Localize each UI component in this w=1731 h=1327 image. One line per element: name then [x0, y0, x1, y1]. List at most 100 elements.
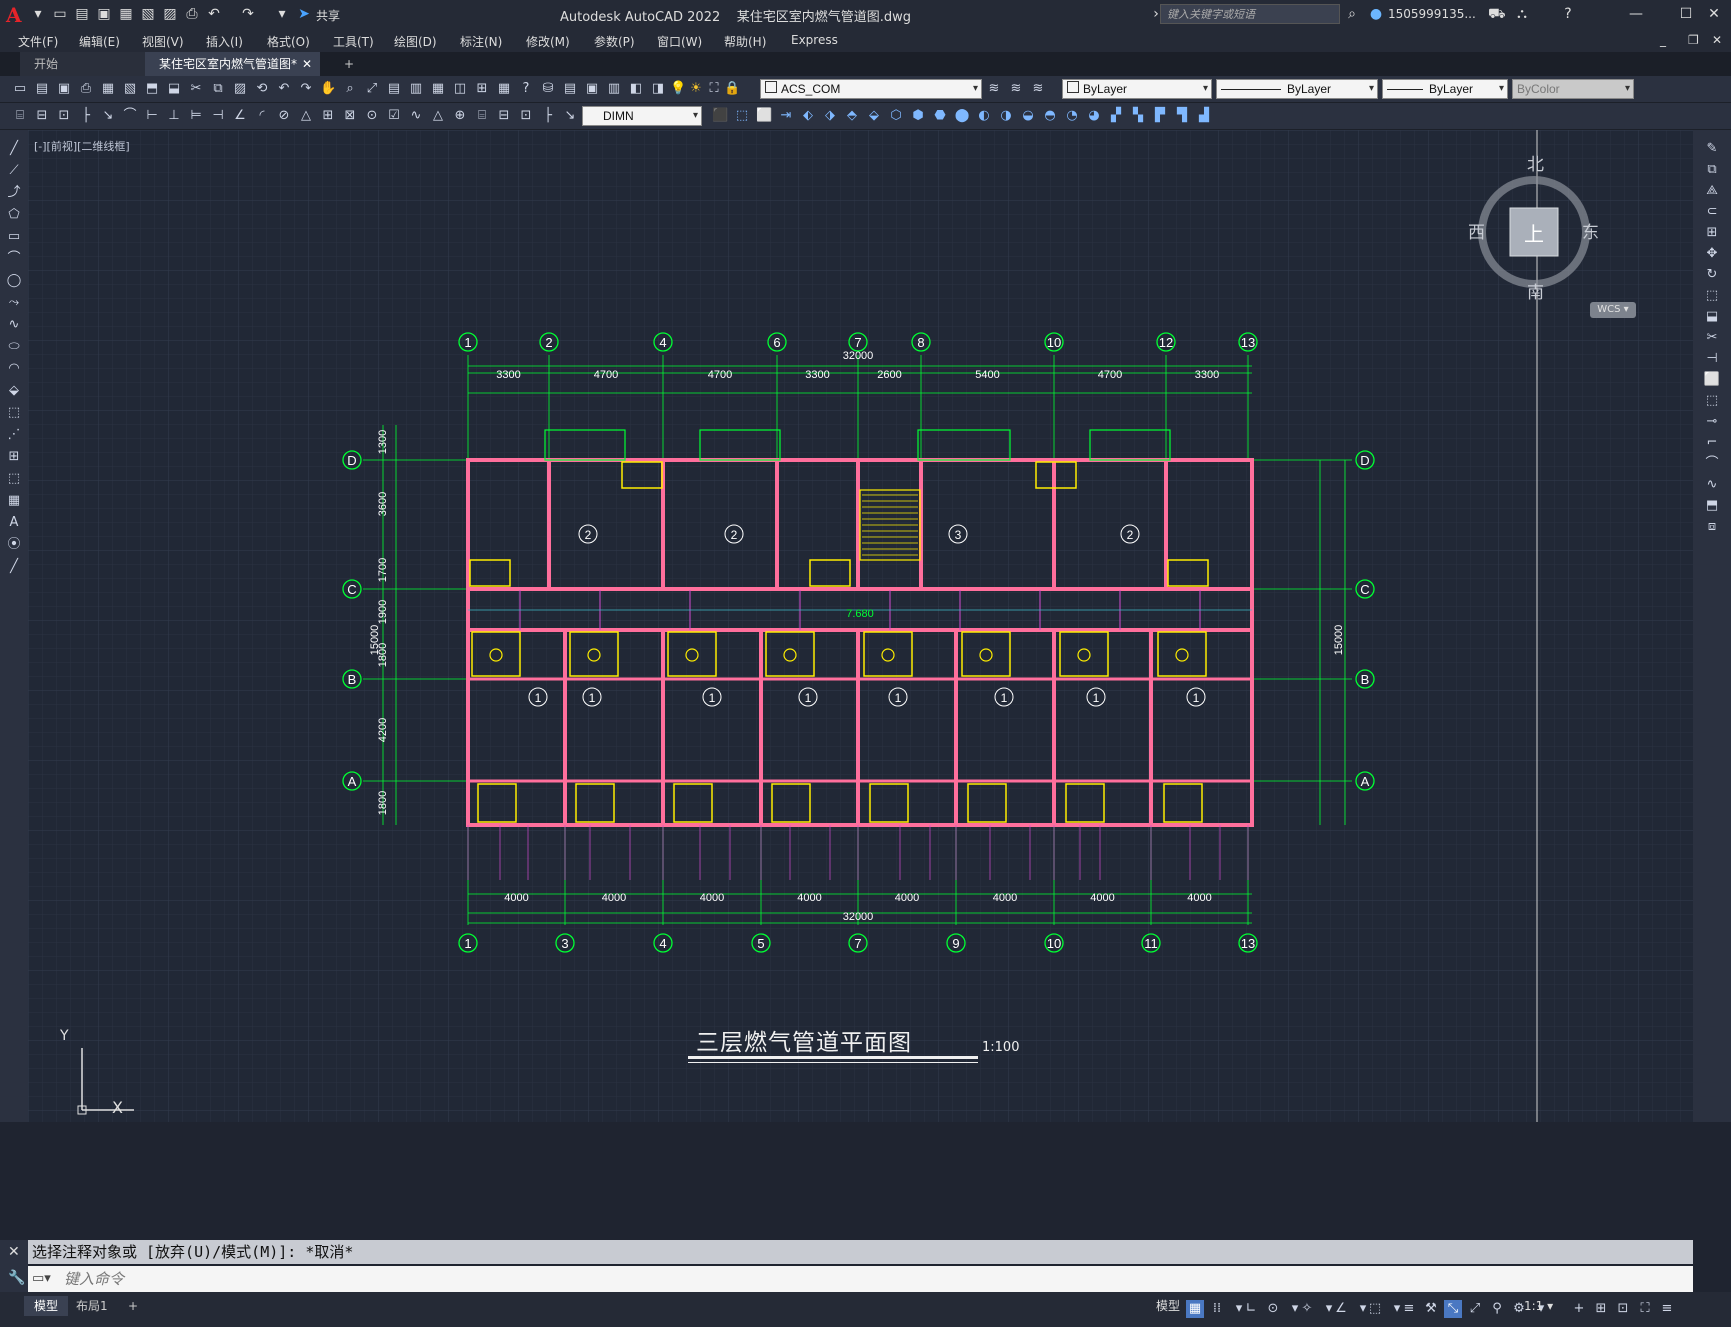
status-tool-15-icon[interactable]: ⤡ — [1444, 1300, 1462, 1318]
standard-tool-9-icon[interactable]: ✂ — [188, 81, 204, 97]
draw-tool-8-icon[interactable]: ⤳ — [5, 294, 23, 312]
standard-tool-15-icon[interactable]: ✋ — [320, 81, 336, 97]
search-input[interactable]: 键入关键字或短语 — [1160, 4, 1340, 24]
modify-side-tool-10-icon[interactable]: ✂ — [1703, 329, 1721, 347]
modify-tool-22-icon[interactable]: ▜ — [1174, 108, 1190, 124]
dim-tool-13-icon[interactable]: ⊘ — [276, 108, 292, 124]
standard-tool-13-icon[interactable]: ↶ — [276, 81, 292, 97]
standard-tool-19-icon[interactable]: ▥ — [408, 81, 424, 97]
standard-tool-3-icon[interactable]: ▣ — [56, 81, 72, 97]
menu-window[interactable]: 窗口(W) — [657, 33, 702, 50]
modify-side-tool-4-icon[interactable]: ⊂ — [1703, 203, 1721, 221]
tab-close-icon[interactable]: ✕ — [302, 52, 312, 76]
open-file-icon[interactable]: ▤ — [74, 6, 90, 22]
modify-side-tool-5-icon[interactable]: ⊞ — [1703, 224, 1721, 242]
customize-chevron-icon[interactable]: ▾ — [274, 6, 290, 22]
modify-tool-13-icon[interactable]: ◐ — [976, 108, 992, 124]
modify-side-tool-2-icon[interactable]: ⧉ — [1703, 161, 1721, 179]
dim-tool-15-icon[interactable]: ⊞ — [320, 108, 336, 124]
redo-icon[interactable]: ↷ — [240, 6, 256, 22]
viewcube-east[interactable]: 东 — [1582, 218, 1599, 243]
standard-tool-5-icon[interactable]: ▦ — [100, 81, 116, 97]
command-input[interactable]: ▭▾ 键入命令 — [28, 1266, 1693, 1292]
draw-tool-16-icon[interactable]: ⬚ — [5, 470, 23, 488]
standard-tool-21-icon[interactable]: ◫ — [452, 81, 468, 97]
standard-tool-18-icon[interactable]: ▤ — [386, 81, 402, 97]
dim-tool-11-icon[interactable]: ∠ — [232, 108, 248, 124]
status-tool-1-icon[interactable]: ▦ — [1186, 1300, 1204, 1318]
modify-side-tool-17-icon[interactable]: ∿ — [1703, 476, 1721, 494]
menu-insert[interactable]: 插入(I) — [206, 33, 243, 50]
draw-tool-15-icon[interactable]: ⊞ — [5, 448, 23, 466]
dim-tool-21-icon[interactable]: ⊕ — [452, 108, 468, 124]
color-combo[interactable]: ByLayer ▾ — [1062, 79, 1212, 99]
menu-chevron-icon[interactable]: ▾ — [30, 6, 46, 22]
modify-tool-18-icon[interactable]: ◕ — [1086, 108, 1102, 124]
doc-close-icon[interactable]: ✕ — [1712, 33, 1722, 47]
user-name[interactable]: 1505999135... — [1388, 7, 1476, 21]
modify-side-tool-6-icon[interactable]: ✥ — [1703, 245, 1721, 263]
menu-edit[interactable]: 编辑(E) — [79, 33, 120, 50]
draw-tool-17-icon[interactable]: ▦ — [5, 492, 23, 510]
standard-tool-8-icon[interactable]: ⬓ — [166, 81, 182, 97]
dim-tool-1-icon[interactable]: ⌸ — [12, 108, 28, 124]
dim-tool-17-icon[interactable]: ⊙ — [364, 108, 380, 124]
menu-tools[interactable]: 工具(T) — [333, 33, 374, 50]
annotation-scale[interactable]: 1:1 ▾ — [1514, 1296, 1563, 1316]
model-space-button[interactable]: 模型 — [1146, 1296, 1190, 1316]
draw-tool-14-icon[interactable]: ⋰ — [5, 426, 23, 444]
model-tab[interactable]: 模型 — [24, 1296, 69, 1316]
layer-combo[interactable]: ACS_COM ▾ — [760, 79, 982, 99]
standard-tool-2-icon[interactable]: ▤ — [34, 81, 50, 97]
close-icon[interactable]: ✕ — [1706, 6, 1722, 22]
modify-side-tool-7-icon[interactable]: ↻ — [1703, 266, 1721, 284]
tab-drawing[interactable]: 某住宅区室内燃气管道图* ✕ — [145, 52, 320, 76]
draw-tool-5-icon[interactable]: ▭ — [5, 228, 23, 246]
standard-tool-12-icon[interactable]: ⟲ — [254, 81, 270, 97]
status-tool-21-icon[interactable]: ⊞ — [1592, 1300, 1610, 1318]
layer-match-icon[interactable]: ≋ — [986, 81, 1002, 97]
status-tool-4-icon[interactable]: ∟ — [1242, 1300, 1260, 1318]
standard-tool-25-icon[interactable]: ⛁ — [540, 81, 556, 97]
status-tool-14-icon[interactable]: ⚒ — [1422, 1300, 1440, 1318]
standard-tool-22-icon[interactable]: ⊞ — [474, 81, 490, 97]
standard-tool-23-icon[interactable]: ▦ — [496, 81, 512, 97]
standard-tool-28-icon[interactable]: ▥ — [606, 81, 622, 97]
menu-modify[interactable]: 修改(M) — [526, 33, 570, 50]
modify-side-tool-3-icon[interactable]: ⟁ — [1703, 182, 1721, 200]
modify-side-tool-13-icon[interactable]: ⬚ — [1703, 392, 1721, 410]
layer-freeze-icon[interactable]: ⛶ — [706, 81, 722, 97]
modify-tool-4-icon[interactable]: ⇥ — [778, 108, 794, 124]
dim-tool-14-icon[interactable]: △ — [298, 108, 314, 124]
status-tool-11-icon[interactable]: ⬚ — [1366, 1300, 1384, 1318]
draw-tool-7-icon[interactable]: ◯ — [5, 272, 23, 290]
dim-tool-20-icon[interactable]: △ — [430, 108, 446, 124]
draw-tool-13-icon[interactable]: ⬚ — [5, 404, 23, 422]
dim-tool-8-icon[interactable]: ⊥ — [166, 108, 182, 124]
open-web-icon[interactable]: ▧ — [140, 6, 156, 22]
dimstyle-combo[interactable]: DIMN ▾ — [582, 106, 702, 126]
modify-tool-14-icon[interactable]: ◑ — [998, 108, 1014, 124]
print-icon[interactable]: ⎙ — [184, 6, 200, 22]
dim-tool-7-icon[interactable]: ⊢ — [144, 108, 160, 124]
draw-tool-4-icon[interactable]: ⬠ — [5, 206, 23, 224]
tab-start[interactable]: 开始 — [20, 52, 145, 76]
dim-tool-2-icon[interactable]: ⊟ — [34, 108, 50, 124]
modify-tool-20-icon[interactable]: ▚ — [1130, 108, 1146, 124]
layer-previous-icon[interactable]: ≋ — [1008, 81, 1024, 97]
add-layout-icon[interactable]: + — [118, 1296, 148, 1316]
dim-tool-18-icon[interactable]: ☑ — [386, 108, 402, 124]
viewcube-north[interactable]: 北 — [1527, 150, 1544, 175]
status-tool-7-icon[interactable]: ✧ — [1298, 1300, 1316, 1318]
status-tool-24-icon[interactable]: ≡ — [1658, 1300, 1676, 1318]
wcs-menu[interactable]: WCS ▾ — [1590, 302, 1636, 318]
viewcube-west[interactable]: 西 — [1468, 218, 1485, 243]
dim-tool-24-icon[interactable]: ⊡ — [518, 108, 534, 124]
modify-tool-5-icon[interactable]: ⬖ — [800, 108, 816, 124]
modify-side-tool-9-icon[interactable]: ⬓ — [1703, 308, 1721, 326]
layer-sun-icon[interactable]: ☀ — [688, 81, 704, 97]
modify-tool-6-icon[interactable]: ⬗ — [822, 108, 838, 124]
draw-tool-2-icon[interactable]: ⟋ — [5, 162, 23, 180]
dim-tool-26-icon[interactable]: ↘ — [562, 108, 578, 124]
status-tool-2-icon[interactable]: ⁞⁞ — [1208, 1300, 1226, 1318]
